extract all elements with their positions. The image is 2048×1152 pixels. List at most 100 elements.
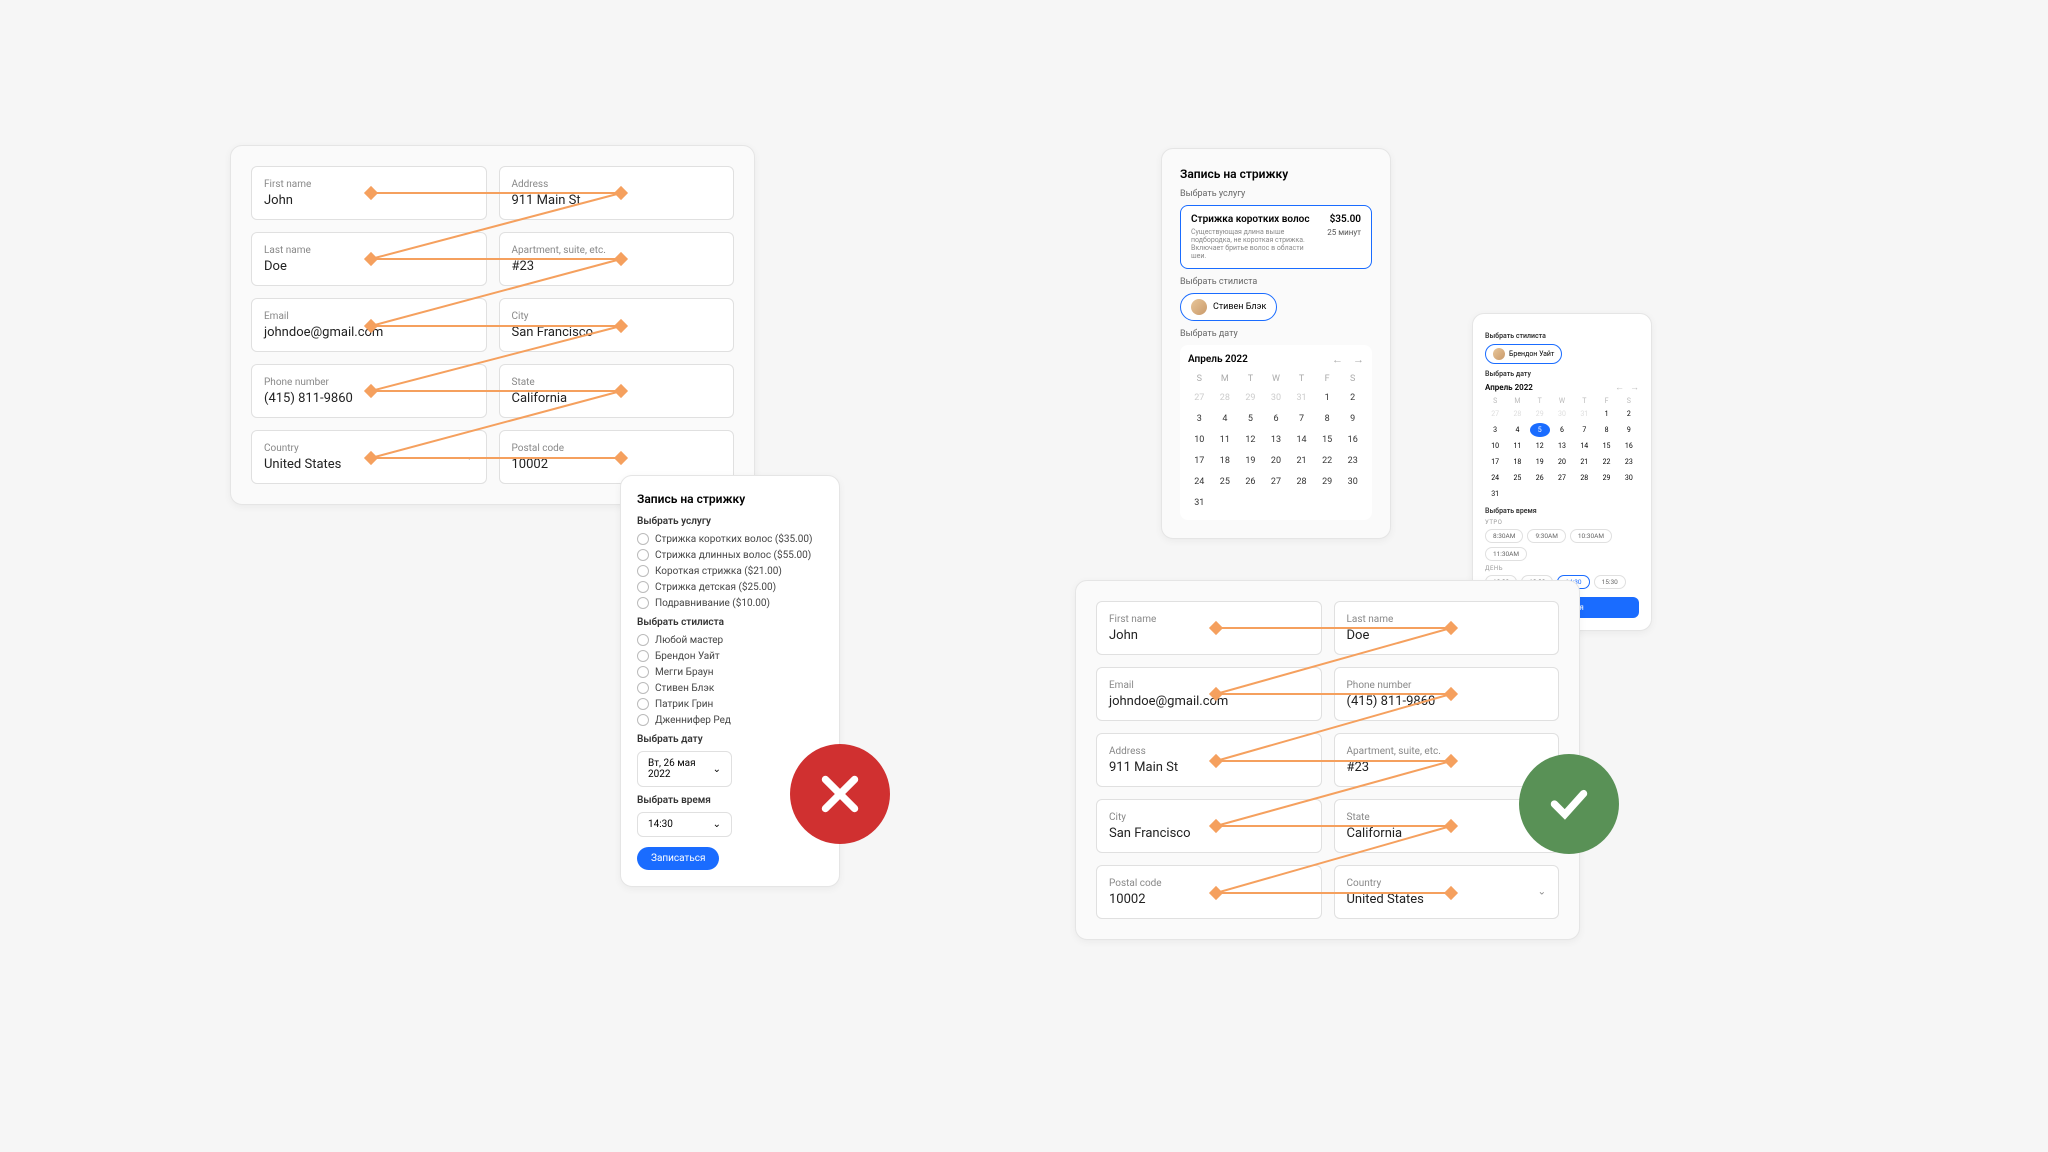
calendar-day[interactable]: 27 (1552, 471, 1572, 485)
calendar-day[interactable]: 14 (1290, 431, 1313, 449)
time-slot[interactable]: 9:30AM (1527, 529, 1565, 543)
calendar-day[interactable]: 23 (1619, 455, 1639, 469)
calendar-day[interactable]: 5 (1530, 423, 1550, 437)
calendar-day[interactable]: 1 (1596, 407, 1616, 421)
service-radio[interactable]: Стрижка коротких волос ($35.00) (637, 533, 823, 545)
calendar-day[interactable]: 30 (1552, 407, 1572, 421)
calendar-day[interactable]: 12 (1530, 439, 1550, 453)
phone-field[interactable]: Phone number (415) 811-9860 (1334, 667, 1560, 721)
calendar-day[interactable]: 4 (1214, 410, 1237, 428)
calendar-day[interactable]: 3 (1485, 423, 1505, 437)
calendar-day[interactable]: 6 (1265, 410, 1288, 428)
calendar-day[interactable]: 22 (1596, 455, 1616, 469)
calendar-day[interactable]: 21 (1574, 455, 1594, 469)
calendar-day[interactable]: 3 (1188, 410, 1211, 428)
calendar-day[interactable]: 9 (1341, 410, 1364, 428)
stylist-pill[interactable]: Стивен Блэк (1180, 293, 1277, 321)
time-slot[interactable]: 10:30AM (1570, 529, 1612, 543)
calendar-day[interactable]: 18 (1214, 452, 1237, 470)
calendar-day[interactable]: 9 (1619, 423, 1639, 437)
calendar-day[interactable]: 31 (1485, 487, 1505, 501)
first-name-field[interactable]: First name John (251, 166, 487, 220)
calendar-day[interactable]: 17 (1485, 455, 1505, 469)
calendar-day[interactable]: 20 (1265, 452, 1288, 470)
calendar-day[interactable]: 31 (1188, 494, 1211, 512)
service-radio[interactable]: Стрижка детская ($25.00) (637, 581, 823, 593)
postal-field[interactable]: Postal code 10002 (1096, 865, 1322, 919)
calendar-day[interactable]: 24 (1485, 471, 1505, 485)
time-slot[interactable]: 11:30AM (1485, 547, 1527, 561)
stylist-radio[interactable]: Брендон Уайт (637, 650, 823, 662)
phone-field[interactable]: Phone number (415) 811-9860 (251, 364, 487, 418)
book-button[interactable]: Записаться (637, 847, 719, 870)
calendar-day[interactable]: 18 (1507, 455, 1527, 469)
calendar-day[interactable]: 16 (1341, 431, 1364, 449)
calendar-day[interactable]: 5 (1239, 410, 1262, 428)
calendar-day[interactable]: 12 (1239, 431, 1262, 449)
email-field[interactable]: Email johndoe@gmail.com (251, 298, 487, 352)
calendar-day[interactable]: 11 (1507, 439, 1527, 453)
calendar-day[interactable]: 26 (1530, 471, 1550, 485)
calendar-day[interactable]: 24 (1188, 473, 1211, 491)
calendar-day[interactable]: 28 (1214, 389, 1237, 407)
calendar-day[interactable]: 29 (1239, 389, 1262, 407)
address-field[interactable]: Address 911 Main St (1096, 733, 1322, 787)
time-select[interactable]: 14:30 ⌄ (637, 812, 732, 837)
calendar-day[interactable]: 14 (1574, 439, 1594, 453)
calendar-day[interactable]: 28 (1574, 471, 1594, 485)
calendar-day[interactable]: 31 (1574, 407, 1594, 421)
calendar-day[interactable]: 30 (1341, 473, 1364, 491)
calendar-day[interactable]: 13 (1552, 439, 1572, 453)
calendar-day[interactable]: 4 (1507, 423, 1527, 437)
last-name-field[interactable]: Last name Doe (1334, 601, 1560, 655)
calendar-day[interactable]: 20 (1552, 455, 1572, 469)
calendar-day[interactable]: 27 (1485, 407, 1505, 421)
last-name-field[interactable]: Last name Doe (251, 232, 487, 286)
email-field[interactable]: Email johndoe@gmail.com (1096, 667, 1322, 721)
calendar-day[interactable]: 16 (1619, 439, 1639, 453)
calendar-day[interactable]: 28 (1507, 407, 1527, 421)
calendar-day[interactable]: 25 (1507, 471, 1527, 485)
calendar-day[interactable]: 29 (1316, 473, 1339, 491)
state-field[interactable]: State California (499, 364, 735, 418)
tiny-stylist-pill[interactable]: Брендон Уайт (1485, 344, 1562, 364)
country-field[interactable]: Country United States ⌄ (1334, 865, 1560, 919)
service-radio[interactable]: Короткая стрижка ($21.00) (637, 565, 823, 577)
stylist-radio[interactable]: Любой мастер (637, 634, 823, 646)
city-field[interactable]: City San Francisco (499, 298, 735, 352)
stylist-radio[interactable]: Мегги Браун (637, 666, 823, 678)
calendar-day[interactable]: 1 (1316, 389, 1339, 407)
calendar-prev-icon[interactable]: ← (1332, 353, 1343, 366)
calendar-next-icon[interactable]: → (1630, 382, 1639, 393)
calendar-day[interactable]: 13 (1265, 431, 1288, 449)
apartment-field[interactable]: Apartment, suite, etc. #23 (499, 232, 735, 286)
country-field[interactable]: Country United States ⌄ (251, 430, 487, 484)
calendar-next-icon[interactable]: → (1353, 353, 1364, 366)
calendar-day[interactable]: 19 (1239, 452, 1262, 470)
calendar-day[interactable]: 23 (1341, 452, 1364, 470)
calendar-day[interactable]: 6 (1552, 423, 1572, 437)
calendar-day[interactable]: 7 (1290, 410, 1313, 428)
calendar-day[interactable]: 7 (1574, 423, 1594, 437)
calendar-day[interactable]: 26 (1239, 473, 1262, 491)
calendar-day[interactable]: 17 (1188, 452, 1211, 470)
calendar-day[interactable]: 27 (1188, 389, 1211, 407)
stylist-radio[interactable]: Дженнифер Ред (637, 714, 823, 726)
calendar-day[interactable]: 21 (1290, 452, 1313, 470)
service-radio[interactable]: Подравнивание ($10.00) (637, 597, 823, 609)
calendar-day[interactable]: 30 (1619, 471, 1639, 485)
calendar-day[interactable]: 29 (1596, 471, 1616, 485)
calendar-day[interactable]: 25 (1214, 473, 1237, 491)
date-select[interactable]: Вт, 26 мая 2022 ⌄ (637, 751, 732, 787)
calendar-day[interactable]: 31 (1290, 389, 1313, 407)
calendar-day[interactable]: 15 (1316, 431, 1339, 449)
address-field[interactable]: Address 911 Main St (499, 166, 735, 220)
calendar-day[interactable]: 22 (1316, 452, 1339, 470)
calendar-day[interactable]: 30 (1265, 389, 1288, 407)
calendar-day[interactable]: 2 (1341, 389, 1364, 407)
calendar-day[interactable]: 8 (1596, 423, 1616, 437)
calendar-day[interactable]: 19 (1530, 455, 1550, 469)
calendar-day[interactable]: 10 (1188, 431, 1211, 449)
calendar-day[interactable]: 2 (1619, 407, 1639, 421)
calendar-day[interactable]: 8 (1316, 410, 1339, 428)
